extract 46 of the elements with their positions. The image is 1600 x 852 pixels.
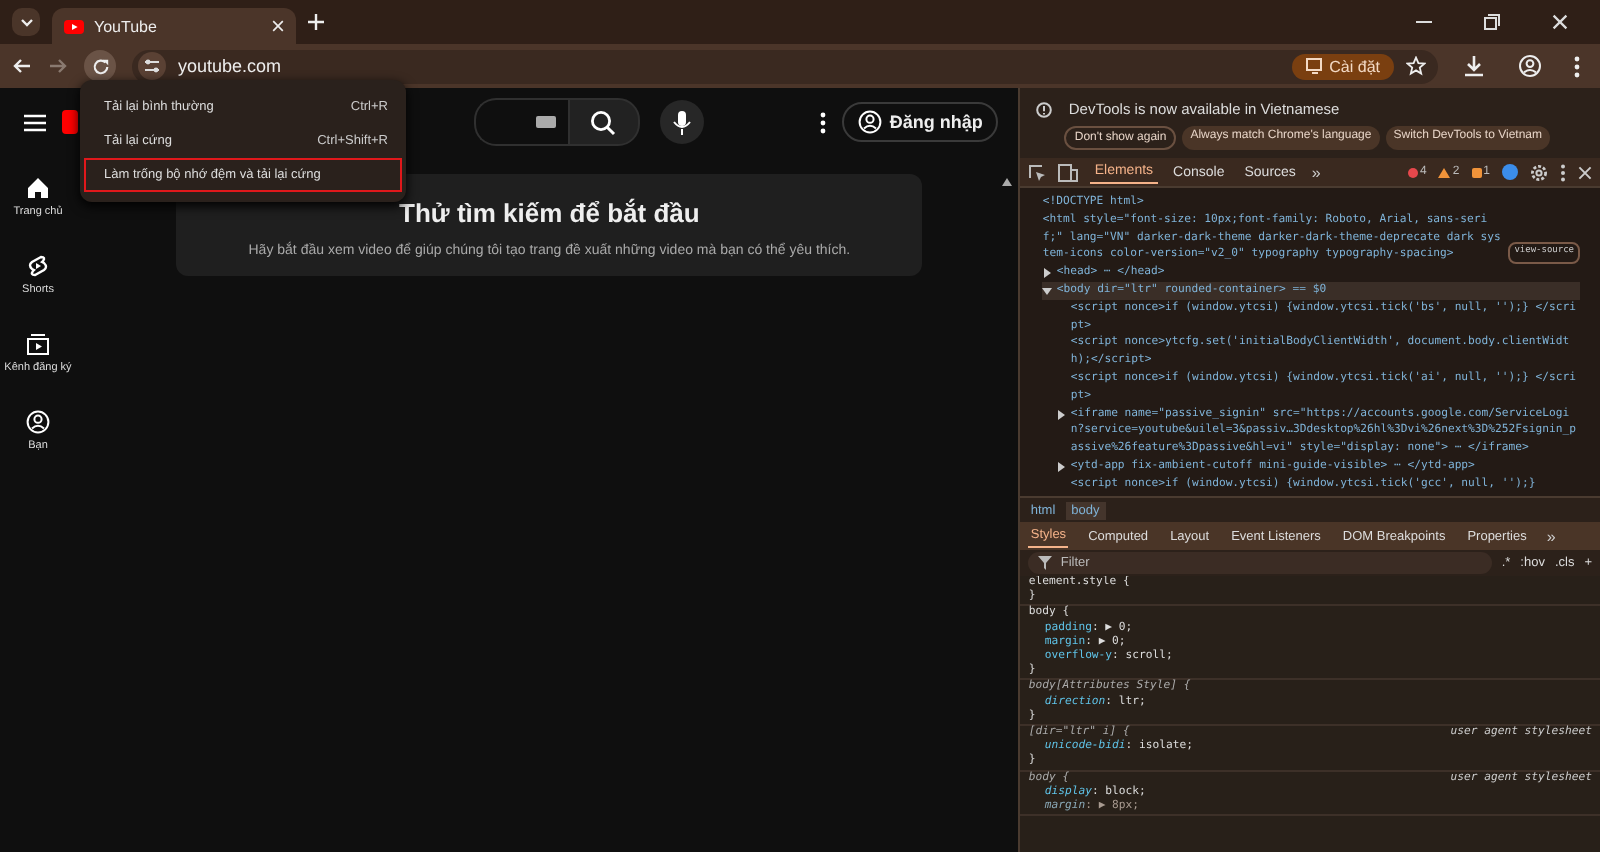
more-options-icon[interactable] <box>1560 163 1566 181</box>
site-settings-icon <box>138 52 166 80</box>
keyboard-icon[interactable] <box>535 116 556 128</box>
home-icon <box>26 176 50 200</box>
chevron-down-icon <box>19 17 33 27</box>
expand-triangle-icon[interactable] <box>1056 409 1067 420</box>
menu-kebab-icon[interactable] <box>1574 55 1580 77</box>
forward-arrow-icon[interactable] <box>48 56 68 76</box>
profile-icon[interactable] <box>1518 54 1542 78</box>
settings-kebab-icon[interactable] <box>819 111 826 133</box>
scroll-up-arrow-icon[interactable] <box>1002 178 1013 186</box>
sign-in-button[interactable]: Đăng nhập <box>841 102 999 142</box>
back-arrow-icon[interactable] <box>12 56 32 76</box>
subscriptions-icon <box>25 332 50 356</box>
reload-button[interactable] <box>84 50 116 82</box>
expand-triangle-icon[interactable] <box>1042 268 1053 279</box>
account-icon <box>26 410 50 434</box>
more-tabs-button[interactable]: » <box>1311 163 1321 181</box>
expand-triangle-icon[interactable] <box>1056 461 1067 472</box>
device-toolbar-icon[interactable] <box>1058 163 1079 181</box>
search-button[interactable] <box>567 98 640 146</box>
microphone-icon <box>671 109 692 135</box>
restore-icon[interactable] <box>1484 14 1500 30</box>
menu-icon[interactable] <box>24 113 46 131</box>
bookmark-star-icon[interactable] <box>1406 56 1426 76</box>
reload-icon <box>91 57 109 75</box>
card-title: Thử tìm kiếm để bắt đầu <box>399 198 700 228</box>
microphone-button[interactable] <box>659 100 704 144</box>
search-icon <box>590 109 617 135</box>
download-icon[interactable] <box>1462 54 1486 78</box>
settings-icon[interactable] <box>1530 163 1548 181</box>
monitor-icon <box>1305 58 1324 74</box>
address-bar[interactable]: youtube.com Cài đặt <box>132 49 1438 83</box>
account-icon <box>857 110 882 134</box>
more-tabs-button[interactable]: » <box>1546 527 1556 545</box>
tab-search-button[interactable] <box>12 8 40 36</box>
info-icon <box>1036 101 1053 117</box>
shorts-icon <box>26 254 50 278</box>
browser-tab[interactable]: YouTube <box>52 8 296 44</box>
new-tab-icon[interactable] <box>308 14 324 30</box>
install-button[interactable]: Cài đặt <box>1291 53 1394 79</box>
inspect-icon[interactable] <box>1028 163 1047 181</box>
close-icon[interactable] <box>1552 14 1568 30</box>
collapse-triangle-icon[interactable] <box>1042 285 1053 296</box>
close-icon[interactable] <box>1578 165 1592 179</box>
search-field[interactable] <box>473 98 568 146</box>
